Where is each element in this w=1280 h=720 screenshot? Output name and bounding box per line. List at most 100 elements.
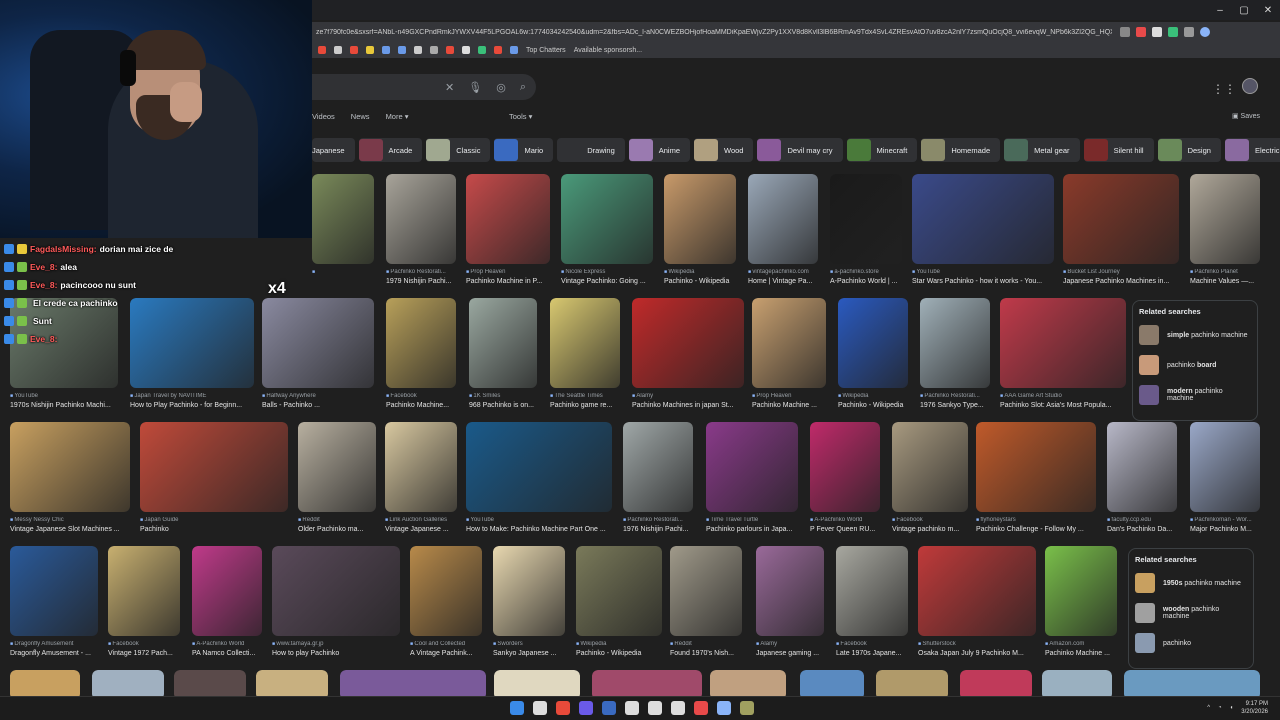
chevron-up-icon[interactable]: ^ — [1207, 705, 1210, 711]
result-source[interactable]: Bucket List Journey — [1063, 269, 1120, 275]
chip-minecraft[interactable]: Minecraft — [846, 138, 918, 162]
image-result[interactable]: flyhoneystars Pachinko Challenge - Follow… — [976, 422, 1096, 540]
result-thumbnail[interactable] — [1190, 422, 1260, 512]
result-thumbnail[interactable] — [632, 298, 744, 388]
chip-electric[interactable]: Electric — [1224, 138, 1280, 162]
taskbar-app-icon[interactable] — [579, 701, 593, 715]
image-result[interactable]: 1K Smiles 968 Pachinko is on... — [469, 298, 537, 416]
chip-mario[interactable]: Mario — [494, 138, 554, 162]
result-source[interactable]: YouTube — [10, 393, 38, 399]
chip-silent-hill[interactable]: Silent hill — [1083, 138, 1154, 162]
taskbar-app-icon[interactable] — [556, 701, 570, 715]
result-source[interactable]: Japan Travel by NAVITIME — [130, 393, 206, 399]
result-thumbnail[interactable] — [466, 174, 550, 264]
result-thumbnail[interactable] — [1000, 298, 1126, 388]
result-source[interactable]: Prop Heaven — [752, 393, 791, 399]
image-result[interactable]: Alamy Pachinko Machines in japan St... — [632, 298, 744, 416]
url-text[interactable]: ze7f790fc0e&sxsrf=ANbL-n49GXCPndRmkJYWXV… — [312, 29, 1112, 36]
result-title[interactable]: Pachinko Machine... — [386, 402, 456, 409]
image-result[interactable]: YouTube How to Make: Pachinko Machine Par… — [466, 422, 612, 540]
extension-icon[interactable] — [1168, 27, 1178, 37]
result-title[interactable]: Found 1970's Nish... — [670, 650, 742, 657]
result-title[interactable]: Osaka Japan July 9 Pachinko M... — [918, 650, 1036, 657]
bookmark-icon[interactable] — [382, 46, 390, 54]
result-title[interactable]: Pachinko Slot: Asia's Most Popula... — [1000, 402, 1126, 409]
result-source[interactable]: Pachinkoman - Wor... — [1190, 517, 1252, 523]
image-result[interactable]: Amazon.com Pachinko Machine ... — [1045, 546, 1117, 664]
result-thumbnail[interactable] — [756, 546, 824, 636]
result-source[interactable]: Reddit — [670, 641, 692, 647]
bookmark-icon[interactable] — [510, 46, 518, 54]
microphone-icon[interactable]: 🎙 — [468, 81, 482, 94]
result-source[interactable]: Pachinko Restorati... — [386, 269, 446, 275]
result-thumbnail[interactable] — [493, 546, 565, 636]
image-result[interactable]: Wikipedia Pachinko - Wikipedia — [838, 298, 908, 416]
bookmark-top-chatters[interactable]: Top Chatters — [526, 47, 566, 54]
result-title[interactable]: 1976 Nishijin Pachi... — [623, 526, 693, 533]
bookmark-icon[interactable] — [414, 46, 422, 54]
image-result[interactable]: Prop Heaven Pachinko Machine ... — [752, 298, 826, 416]
clear-icon[interactable]: ✕ — [445, 81, 454, 94]
taskbar-app-icon[interactable] — [648, 701, 662, 715]
chip-arcade[interactable]: Arcade — [358, 138, 423, 162]
image-result[interactable]: Wikipedia Pachinko - Wikipedia — [576, 546, 662, 664]
result-title[interactable]: Balls - Pachinko ... — [262, 402, 374, 409]
result-title[interactable]: Dan's Pachinko Da... — [1107, 526, 1177, 533]
result-thumbnail[interactable] — [1045, 546, 1117, 636]
image-result[interactable]: Facebook Vintage pachinko m... — [892, 422, 968, 540]
image-result[interactable]: Alamy Japanese gaming ... — [756, 546, 824, 664]
result-thumbnail[interactable] — [670, 546, 742, 636]
result-title[interactable]: Pachinko - Wikipedia — [576, 650, 662, 657]
result-thumbnail[interactable] — [1107, 422, 1177, 512]
puzzle-icon[interactable] — [1184, 27, 1194, 37]
result-source[interactable]: Halfway Anywhere — [262, 393, 316, 399]
result-title[interactable]: A Vintage Pachink... — [410, 650, 482, 657]
chip-japanese[interactable]: Japanese — [312, 138, 355, 162]
result-title[interactable]: Pachinko — [140, 526, 288, 533]
result-title[interactable]: 1976 Sankyo Type... — [920, 402, 990, 409]
related-search-item[interactable]: pachinko — [1135, 632, 1247, 654]
result-source[interactable]: faculty.ccp.edu — [1107, 517, 1151, 523]
result-source[interactable]: Wikipedia — [664, 269, 694, 275]
result-source[interactable]: AAA Game Art Studio — [1000, 393, 1062, 399]
result-source[interactable]: A-Pachinko World — [192, 641, 244, 647]
result-source[interactable]: Facebook — [108, 641, 139, 647]
result-thumbnail[interactable] — [108, 546, 180, 636]
tab-news[interactable]: News — [351, 112, 370, 121]
image-result[interactable]: Reddit Older Pachinko ma... — [298, 422, 376, 540]
image-result[interactable]: Sworders Sankyo Japanese ... — [493, 546, 565, 664]
result-title[interactable]: Pachinko game re... — [550, 402, 620, 409]
result-title[interactable]: PA Namco Collecti... — [192, 650, 262, 657]
result-source[interactable]: Shutterstock — [918, 641, 956, 647]
result-thumbnail[interactable] — [140, 422, 288, 512]
result-title[interactable]: 968 Pachinko is on... — [469, 402, 537, 409]
taskbar-app-icon[interactable] — [602, 701, 616, 715]
tools-button[interactable]: Tools ▾ — [509, 112, 532, 121]
result-thumbnail[interactable] — [550, 298, 620, 388]
maximize-button[interactable]: ▢ — [1232, 0, 1256, 20]
result-title[interactable]: Pachinko Challenge - Follow My ... — [976, 526, 1096, 533]
result-title[interactable]: P Fever Queen RU... — [810, 526, 880, 533]
result-source[interactable]: YouTube — [466, 517, 494, 523]
chip-drawing[interactable]: Drawing — [557, 138, 625, 162]
result-thumbnail[interactable] — [810, 422, 880, 512]
image-result[interactable]: AAA Game Art Studio Pachinko Slot: Asia's… — [1000, 298, 1126, 416]
result-source[interactable]: Time Travel Turtle — [706, 517, 758, 523]
address-bar[interactable]: ze7f790fc0e&sxsrf=ANbL-n49GXCPndRmkJYWXV… — [312, 22, 1280, 42]
image-result[interactable]: Cool and Collected A Vintage Pachink... — [410, 546, 482, 664]
result-title[interactable]: Vintage 1972 Pach... — [108, 650, 180, 657]
minimize-button[interactable]: – — [1208, 0, 1232, 20]
result-source[interactable] — [312, 269, 315, 275]
result-source[interactable]: Pachinko Restorati... — [623, 517, 683, 523]
related-search-item[interactable]: wooden pachinko machine — [1135, 602, 1247, 624]
bookmark-icon[interactable] — [430, 46, 438, 54]
result-source[interactable]: Alamy — [756, 641, 777, 647]
chip-homemade[interactable]: Homemade — [921, 138, 1001, 162]
result-title[interactable]: Pachinko - Wikipedia — [664, 278, 736, 285]
result-thumbnail[interactable] — [623, 422, 693, 512]
result-thumbnail[interactable] — [836, 546, 908, 636]
image-result[interactable]: Pachinko Planet Machine Values —... — [1190, 174, 1260, 292]
result-thumbnail[interactable] — [752, 298, 826, 388]
related-search-item[interactable]: modern pachinko machine — [1139, 384, 1251, 406]
result-source[interactable]: Japan Guide — [140, 517, 178, 523]
